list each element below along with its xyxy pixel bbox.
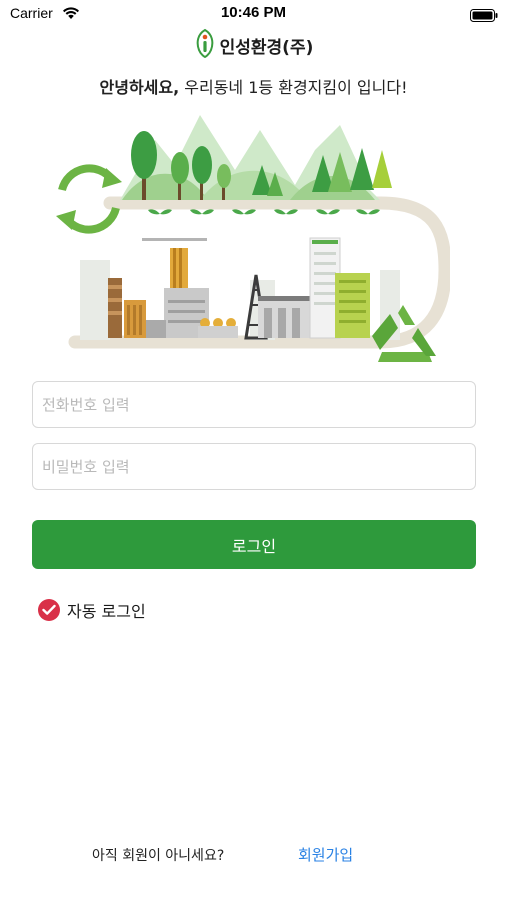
not-member-text: 아직 회원이 아니세요? bbox=[92, 848, 225, 864]
battery-icon bbox=[470, 7, 498, 26]
password-field[interactable] bbox=[32, 443, 476, 490]
check-icon[interactable] bbox=[38, 599, 60, 621]
eco-city-illustration bbox=[50, 110, 452, 376]
greeting-bold: 안녕하세요, bbox=[99, 78, 180, 97]
phone-input[interactable] bbox=[33, 382, 475, 427]
status-bar: Carrier 10:46 PM bbox=[0, 0, 507, 28]
greeting-rest: 우리동네 1등 환경지킴이 입니다! bbox=[179, 78, 408, 97]
signup-link[interactable]: 회원가입 bbox=[298, 844, 353, 865]
status-time: 10:46 PM bbox=[220, 4, 287, 21]
greeting-text: 안녕하세요, 우리동네 1등 환경지킴이 입니다! bbox=[0, 74, 507, 98]
brand-header: 인성환경(주) bbox=[0, 28, 507, 62]
auto-login-checkbox[interactable]: 자동 로그인 bbox=[38, 598, 146, 622]
password-input[interactable] bbox=[33, 444, 475, 489]
signup-footer: 아직 회원이 아니세요? 회원가입 bbox=[0, 843, 507, 867]
phone-field[interactable] bbox=[32, 381, 476, 428]
leaf-i-logo-icon bbox=[194, 28, 216, 62]
brand-name: 인성환경(주) bbox=[219, 37, 314, 58]
login-button[interactable]: 로그인 bbox=[32, 520, 476, 569]
factory-illustration bbox=[108, 238, 238, 338]
auto-login-label[interactable]: 자동 로그인 bbox=[67, 598, 146, 622]
